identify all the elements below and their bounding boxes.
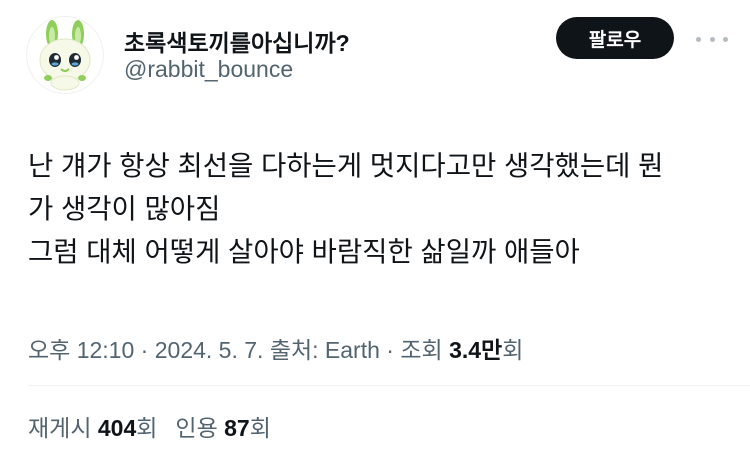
tweet-line: 그럼 대체 어떻게 살아야 바람직한 삶일까 애들아 [28,236,580,267]
retweets-count: 404 [97,415,137,441]
meta-separator: · [379,337,401,363]
tweet-header: 초록색토끼를아십니까? @rabbit_bounce 팔로우 [20,14,730,96]
tweet-time[interactable]: 오후 12:10 [28,337,134,363]
tweet-date[interactable]: 2024. 5. 7. [155,337,264,363]
views-count: 3.4만 [449,337,503,363]
tweet-source: 출처: Earth [269,337,380,363]
quotes-suffix: 회 [249,415,271,441]
tweet-line: 가 생각이 많아짐 [28,193,221,224]
display-name[interactable]: 초록색토끼를아십니까? [124,24,350,58]
tweet-stats: 재게시 404회 인용 87회 [28,409,289,443]
meta-separator: · [134,337,155,363]
retweets-label: 재게시 [28,415,92,441]
views-suffix: 회 [502,337,524,363]
views-label: 조회 [400,337,443,363]
dot [696,36,701,42]
follow-button[interactable]: 팔로우 [556,17,674,59]
green-rabbit-character-icon [39,20,91,91]
quotes-count: 87 [224,415,250,441]
more-dots-icon[interactable] [696,34,728,44]
retweets-stat[interactable]: 재게시 404회 [28,409,157,443]
user-handle[interactable]: @rabbit_bounce [124,56,293,83]
tweet-text: 난 걔가 항상 최선을 다하는게 멋지다고만 생각했는데 뭔 가 생각이 많아짐… [28,144,728,273]
tweet-meta: 오후 12:10 · 2024. 5. 7. 출처: Earth · 조회 3.… [28,331,523,365]
dot [709,36,715,42]
divider [28,385,750,386]
quotes-label: 인용 [175,415,218,441]
tweet-line: 난 걔가 항상 최선을 다하는게 멋지다고만 생각했는데 뭔 [28,150,664,181]
retweets-suffix: 회 [136,415,158,441]
quotes-stat[interactable]: 인용 87회 [175,409,270,443]
avatar[interactable] [26,16,104,94]
dot [723,36,728,42]
